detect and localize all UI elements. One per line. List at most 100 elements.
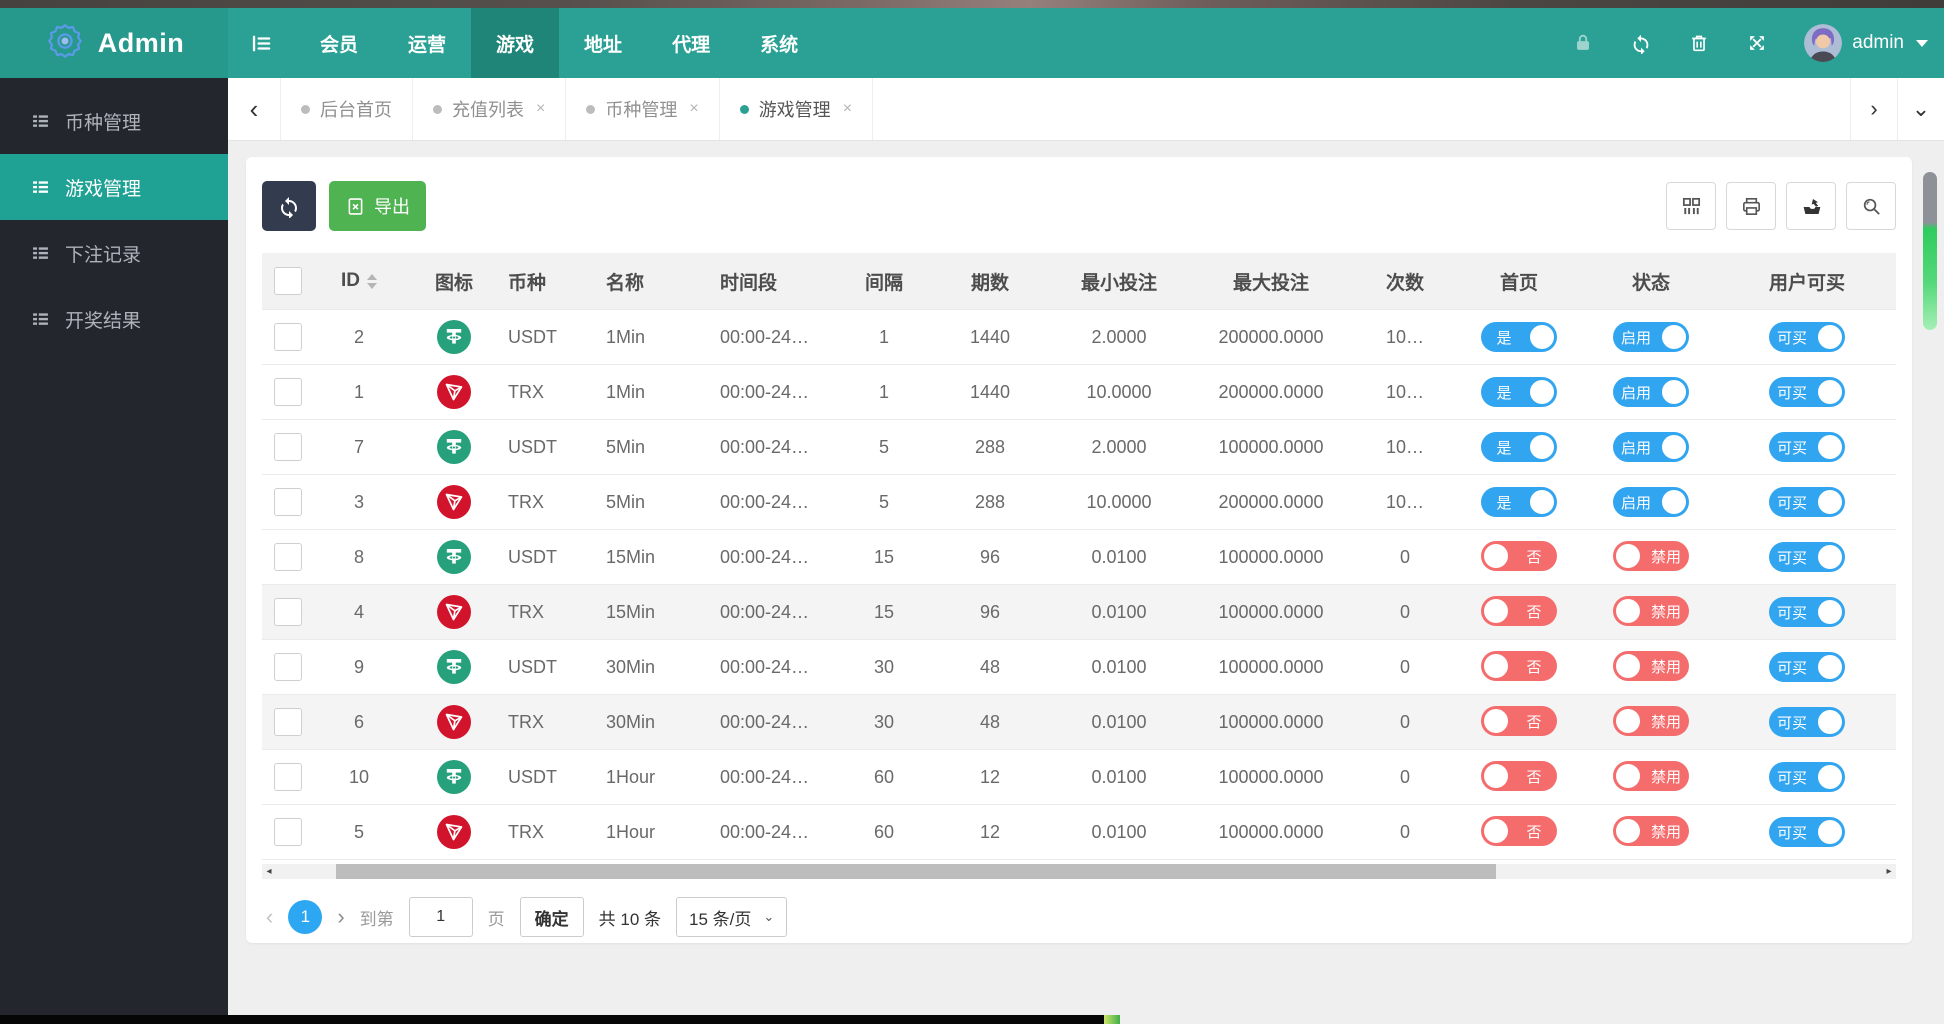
cell-home: 否	[1454, 694, 1584, 750]
buyable-toggle[interactable]: 可买	[1769, 542, 1845, 572]
tab-3[interactable]: 币种管理 ×	[566, 78, 720, 140]
tab-1[interactable]: 后台首页	[281, 78, 413, 140]
cell-id: 10	[314, 749, 404, 805]
nav-item-2[interactable]: 运营	[383, 8, 471, 78]
hscroll-right-arrow-icon[interactable]: ▸	[1882, 864, 1896, 879]
buyable-toggle[interactable]: 可买	[1769, 597, 1845, 627]
row-checkbox[interactable]	[274, 708, 302, 736]
search-button[interactable]	[1846, 182, 1896, 230]
sidebar-item-2[interactable]: 游戏管理	[0, 154, 228, 220]
tab-bar: ‹ 后台首页 充值列表 × 币种管理 × 游戏管理 × › ⌄	[228, 78, 1944, 141]
page-size-select[interactable]: 15 条/页 ⌄	[676, 897, 788, 937]
buyable-toggle[interactable]: 可买	[1769, 322, 1845, 352]
export-button[interactable]: 导出	[329, 181, 426, 231]
status-toggle[interactable]: 禁用	[1613, 761, 1689, 791]
row-checkbox[interactable]	[274, 488, 302, 516]
sidebar-item-label: 游戏管理	[65, 178, 142, 200]
table-row: 5 TRX 1Hour 00:00-24… 60 12 0.0100 100000.0000 0…	[262, 804, 1896, 860]
status-toggle[interactable]: 禁用	[1613, 596, 1689, 626]
tab-close-icon[interactable]: ×	[843, 100, 852, 118]
print-button[interactable]	[1726, 182, 1776, 230]
home-toggle[interactable]: 是	[1481, 377, 1557, 407]
tab-2[interactable]: 充值列表 ×	[413, 78, 567, 140]
col-header-id[interactable]: ID	[314, 253, 404, 310]
home-toggle[interactable]: 是	[1481, 487, 1557, 517]
row-checkbox[interactable]	[274, 323, 302, 351]
lock-icon[interactable]	[1572, 32, 1594, 54]
user-menu[interactable]: admin	[1804, 24, 1928, 62]
home-toggle[interactable]: 是	[1481, 432, 1557, 462]
sidebar-item-1[interactable]: 币种管理	[0, 88, 228, 154]
vertical-scrollbar-thumb[interactable]	[1923, 172, 1937, 330]
home-toggle[interactable]: 否	[1481, 706, 1557, 736]
sidebar-item-3[interactable]: 下注记录	[0, 220, 228, 286]
toggle-knob	[1484, 819, 1508, 843]
buyable-toggle[interactable]: 可买	[1769, 487, 1845, 517]
row-checkbox[interactable]	[274, 543, 302, 571]
status-toggle[interactable]: 启用	[1613, 432, 1689, 462]
page-prev-icon[interactable]: ‹	[266, 906, 273, 928]
buyable-toggle[interactable]: 可买	[1769, 652, 1845, 682]
sort-icon[interactable]	[367, 273, 377, 289]
export-button[interactable]	[1786, 182, 1836, 230]
buyable-toggle[interactable]: 可买	[1769, 707, 1845, 737]
home-toggle[interactable]: 否	[1481, 761, 1557, 791]
row-checkbox[interactable]	[274, 763, 302, 791]
home-toggle[interactable]: 是	[1481, 322, 1557, 352]
tab-close-icon[interactable]: ×	[689, 100, 698, 118]
buyable-toggle[interactable]: 可买	[1769, 377, 1845, 407]
buyable-toggle[interactable]: 可买	[1769, 762, 1845, 792]
page-number-input[interactable]	[408, 897, 473, 937]
cell-min: 10.0000	[1052, 364, 1186, 420]
home-toggle[interactable]: 否	[1481, 541, 1557, 571]
status-toggle[interactable]: 禁用	[1613, 816, 1689, 846]
confirm-page-button[interactable]: 确定	[519, 897, 584, 937]
cell-checkbox	[262, 639, 314, 695]
buyable-toggle[interactable]: 可买	[1769, 432, 1845, 462]
select-all-checkbox[interactable]	[274, 267, 302, 295]
tabs-scroll-right-icon[interactable]: ›	[1850, 78, 1897, 140]
cell-interval: 60	[840, 804, 928, 860]
trash-icon[interactable]	[1688, 32, 1710, 54]
main-area: ‹ 后台首页 充值列表 × 币种管理 × 游戏管理 × › ⌄ 导出 ID 图标…	[228, 78, 1944, 1024]
row-checkbox[interactable]	[274, 433, 302, 461]
sidebar-collapse-icon[interactable]	[228, 8, 295, 78]
status-toggle[interactable]: 禁用	[1613, 651, 1689, 681]
status-toggle[interactable]: 禁用	[1613, 706, 1689, 736]
page-next-icon[interactable]: ›	[337, 906, 344, 928]
tab-close-icon[interactable]: ×	[536, 100, 545, 118]
tabs-scroll-left-icon[interactable]: ‹	[228, 78, 281, 140]
buyable-toggle[interactable]: 可买	[1769, 817, 1845, 847]
sidebar-item-4[interactable]: 开奖结果	[0, 286, 228, 352]
row-checkbox[interactable]	[274, 653, 302, 681]
nav-item-6[interactable]: 系统	[735, 8, 823, 78]
nav-item-5[interactable]: 代理	[647, 8, 735, 78]
status-toggle[interactable]: 禁用	[1613, 541, 1689, 571]
home-toggle[interactable]: 否	[1481, 651, 1557, 681]
fullscreen-icon[interactable]	[1746, 32, 1768, 54]
status-toggle[interactable]: 启用	[1613, 487, 1689, 517]
row-checkbox[interactable]	[274, 818, 302, 846]
home-toggle[interactable]: 否	[1481, 816, 1557, 846]
nav-item-1[interactable]: 会员	[295, 8, 383, 78]
horizontal-scrollbar[interactable]: ◂ ▸	[262, 864, 1896, 879]
columns-button[interactable]	[1666, 182, 1716, 230]
status-toggle[interactable]: 启用	[1613, 322, 1689, 352]
nav-item-4[interactable]: 地址	[559, 8, 647, 78]
page-current[interactable]: 1	[288, 900, 323, 934]
nav-item-3[interactable]: 游戏	[471, 8, 560, 78]
cell-name: 30Min	[602, 639, 716, 695]
hscroll-thumb[interactable]	[335, 864, 1496, 879]
tab-4[interactable]: 游戏管理 ×	[719, 78, 874, 140]
app-header: Admin 会员 运营 游戏 地址 代理 系统 admin	[0, 8, 1944, 78]
row-checkbox[interactable]	[274, 378, 302, 406]
cell-id: 1	[314, 364, 404, 420]
tabs-menu-chevron-down-icon[interactable]: ⌄	[1897, 78, 1944, 140]
refresh-button[interactable]	[262, 181, 316, 231]
row-checkbox[interactable]	[274, 598, 302, 626]
home-toggle[interactable]: 否	[1481, 596, 1557, 626]
brand[interactable]: Admin	[0, 8, 228, 78]
refresh-icon[interactable]	[1630, 32, 1652, 54]
hscroll-left-arrow-icon[interactable]: ◂	[262, 864, 276, 879]
status-toggle[interactable]: 启用	[1613, 377, 1689, 407]
